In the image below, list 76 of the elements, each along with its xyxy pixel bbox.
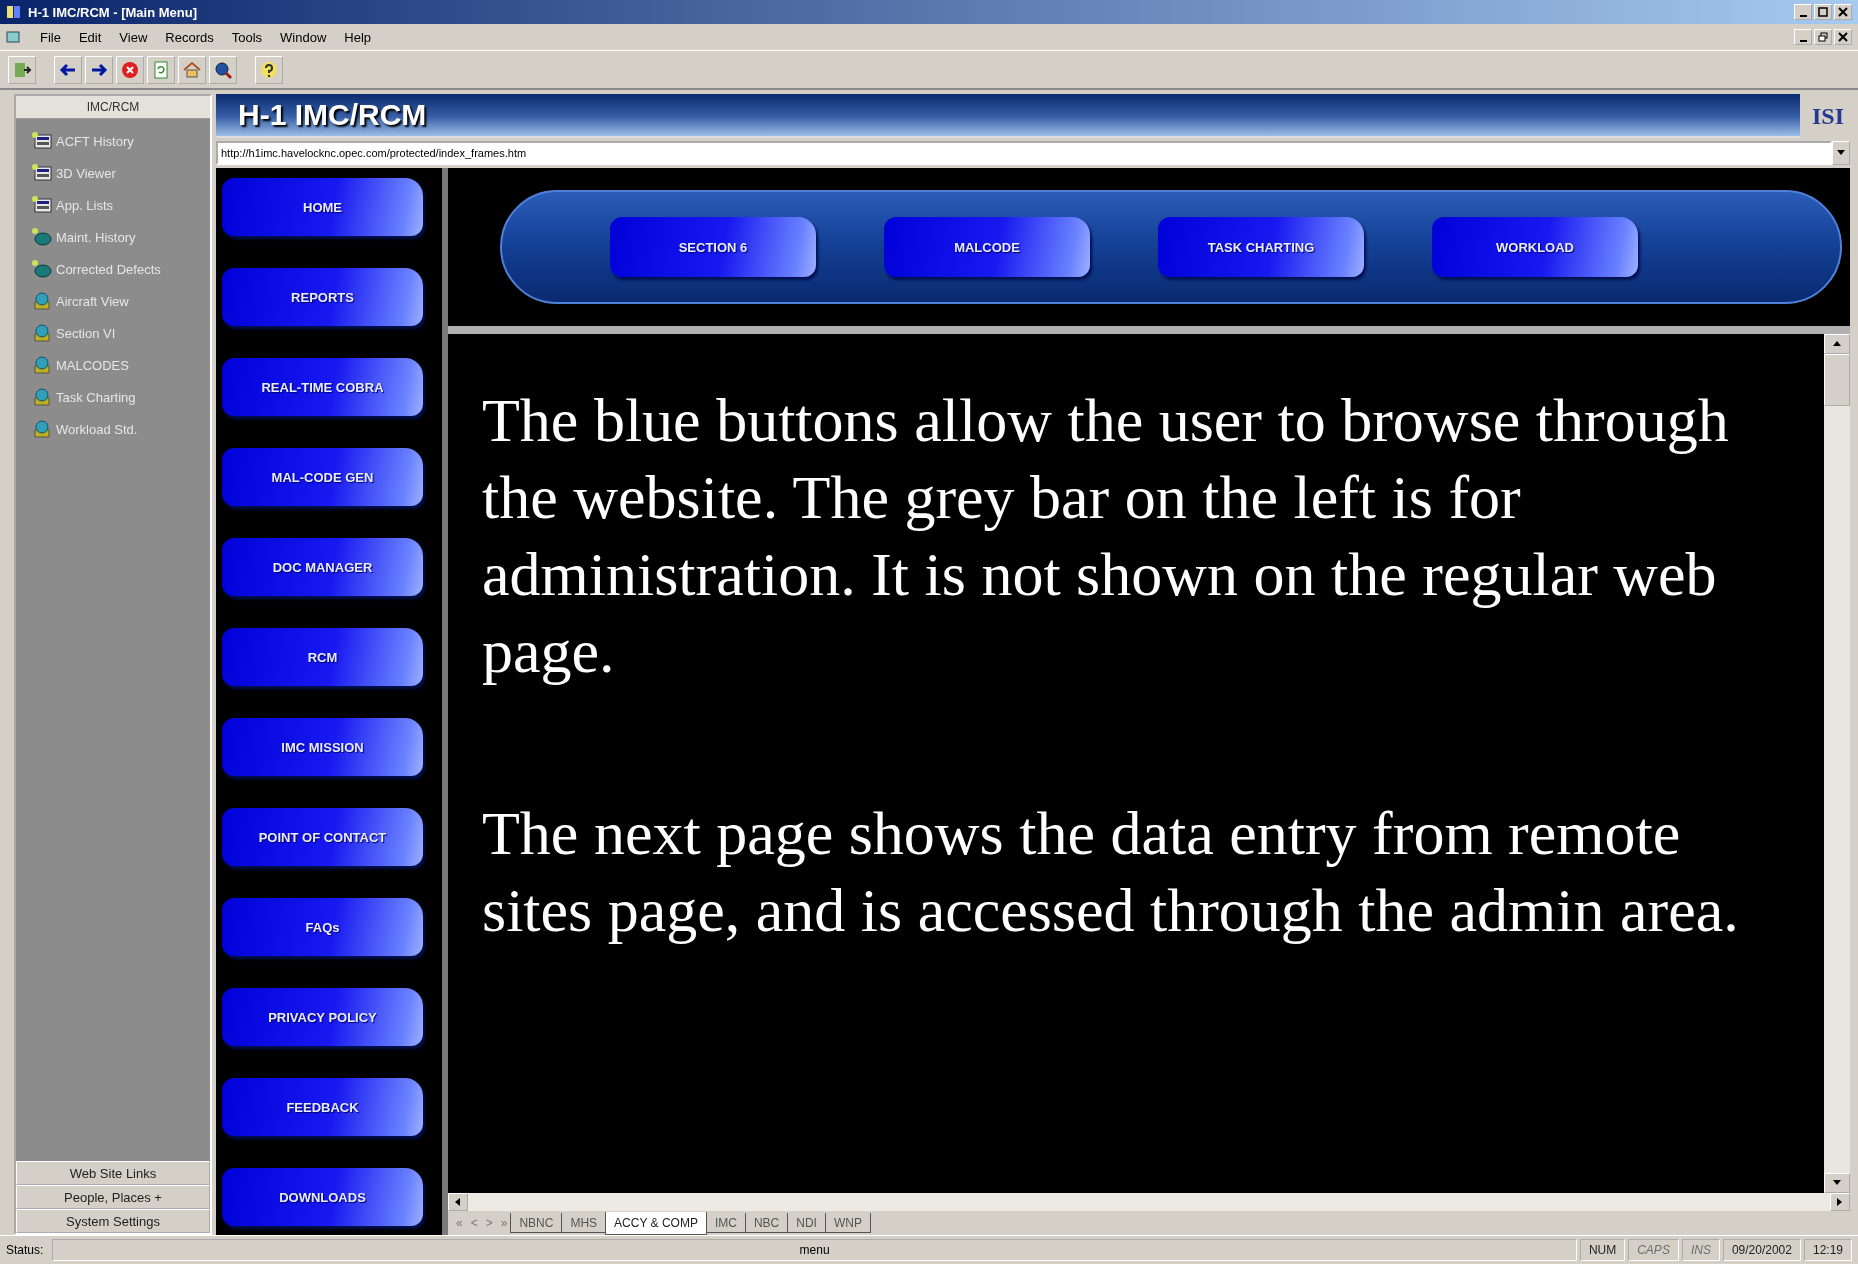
scroll-up-icon [1833, 341, 1841, 347]
status-label: Status: [6, 1243, 45, 1257]
maximize-button[interactable] [1814, 4, 1832, 20]
stop-icon[interactable] [116, 55, 144, 84]
menu-item[interactable]: Records [165, 29, 214, 45]
sidebar-footer-button[interactable]: People, Places + [16, 1185, 210, 1209]
header-title: H-1 IMC/RCM [238, 98, 427, 132]
menu-item[interactable]: Tools [231, 29, 263, 45]
status-date: 09/20/2002 [1722, 1239, 1801, 1261]
refresh-icon[interactable] [147, 55, 175, 84]
globe-icon [32, 356, 52, 374]
status-message: menu [799, 1243, 830, 1257]
form-icon [32, 164, 52, 182]
menu-item[interactable]: Help [344, 29, 372, 45]
paragraph: The next page shows the data entry from remote sites page, and is accessed through the admin area. [482, 798, 1740, 946]
minimize-icon [1799, 14, 1807, 17]
key-indicator: INS [1681, 1239, 1720, 1261]
document-icon [6, 30, 22, 44]
search-icon[interactable] [209, 55, 237, 84]
logo: ISI [1811, 101, 1845, 131]
sidebar-footer-button[interactable]: System Settings [16, 1209, 210, 1233]
sheet-tab[interactable]: WNP [824, 1213, 871, 1233]
sheet-tab[interactable]: NBNC [510, 1213, 563, 1233]
section-button[interactable]: SECTION 6 [610, 217, 816, 277]
close-button[interactable] [1834, 4, 1852, 20]
minimize-button[interactable] [1794, 29, 1812, 45]
nav-button[interactable]: DOC MANAGER [222, 538, 423, 596]
help-icon[interactable] [255, 55, 283, 84]
nav-button[interactable]: POINT OF CONTACT [222, 808, 423, 866]
nav-button[interactable]: IMC MISSION [222, 718, 423, 776]
key-indicator: NUM [1579, 1239, 1626, 1261]
scroll-left-icon [455, 1198, 461, 1206]
form-icon [32, 196, 52, 214]
globe-icon [32, 292, 52, 310]
section-button[interactable]: WORKLOAD [1432, 217, 1638, 277]
menu-item[interactable]: Edit [78, 29, 102, 45]
nav-button[interactable]: HOME [222, 178, 423, 236]
globe-icon [32, 388, 52, 406]
nav-button[interactable]: REAL-TIME COBRA [222, 358, 423, 416]
form-icon [32, 132, 52, 150]
close-button[interactable] [1834, 29, 1852, 45]
sidebar-header: IMC/RCM [16, 96, 210, 119]
home-icon[interactable] [178, 55, 206, 84]
menu-item[interactable]: File [40, 29, 61, 45]
key-indicator: CAPS [1628, 1239, 1679, 1261]
sheet-tab[interactable]: ACCY & COMP [605, 1211, 707, 1235]
scroll-down-icon [1833, 1180, 1841, 1186]
menu-item[interactable]: Window [280, 29, 327, 45]
globe-icon [32, 324, 52, 342]
menu-item[interactable]: View [119, 29, 148, 45]
nav-button[interactable]: RCM [222, 628, 423, 686]
exit-icon[interactable] [8, 55, 36, 84]
nav-button[interactable]: PRIVACY POLICY [222, 988, 423, 1046]
paragraph: The blue buttons allow the user to browse through the website. The grey bar on the left is for administration. It is not shown on the regular web page. [482, 385, 1730, 687]
record-icon [32, 260, 52, 278]
globe-icon [32, 420, 52, 438]
nav-button[interactable]: MAL-CODE GEN [222, 448, 423, 506]
app-icon [6, 4, 22, 20]
section-button[interactable]: TASK CHARTING [1158, 217, 1364, 277]
address-field[interactable]: http://h1imc.havelocknc.opec.com/protected/index_frames.htm [216, 141, 1832, 165]
window-title: H-1 IMC/RCM - [Main Menu] [28, 4, 197, 20]
nav-button[interactable]: REPORTS [222, 268, 423, 326]
scroll-thumb[interactable] [1824, 354, 1850, 406]
vertical-scrollbar[interactable] [1824, 334, 1850, 1193]
sidebar-footer-button[interactable]: Web Site Links [16, 1161, 210, 1185]
minimize-icon [1799, 39, 1807, 42]
horizontal-scrollbar[interactable] [448, 1193, 1850, 1211]
nav-button[interactable]: FEEDBACK [222, 1078, 423, 1136]
nav-button[interactable]: FAQs [222, 898, 423, 956]
section-button[interactable]: MALCODE [884, 217, 1090, 277]
scroll-right-icon [1837, 1198, 1843, 1206]
nav-button[interactable]: DOWNLOADS [222, 1168, 423, 1226]
minimize-button[interactable] [1794, 4, 1812, 20]
record-icon [32, 228, 52, 246]
restore-button[interactable] [1814, 29, 1832, 45]
status-time: 12:19 [1803, 1239, 1852, 1261]
